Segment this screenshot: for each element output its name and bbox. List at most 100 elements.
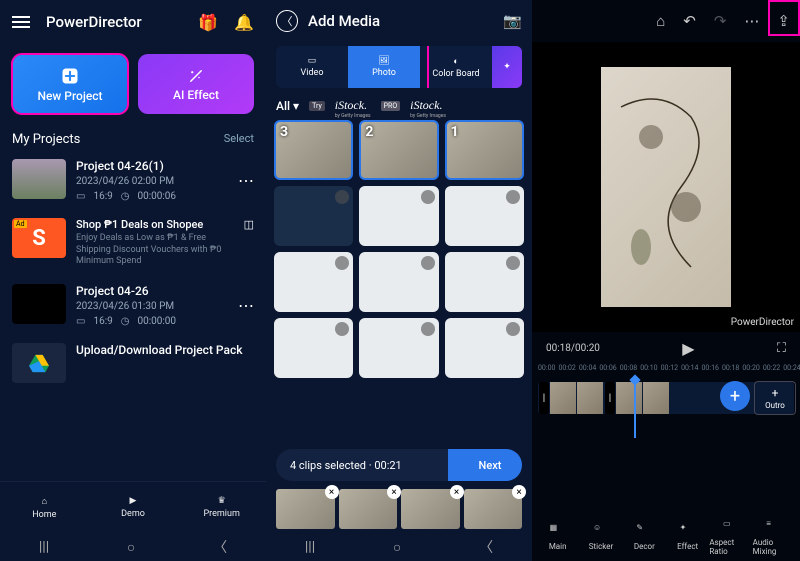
selection-bar: 4 clips selected · 00:21 Next	[276, 449, 522, 481]
remove-clip-icon[interactable]: ×	[450, 485, 464, 499]
photo-icon: 🖼	[378, 56, 389, 66]
media-tile[interactable]: 3	[274, 120, 353, 180]
media-tabs: ▭ Video 🖼 Photo ◐ Color Board ✦	[276, 46, 522, 88]
selected-clip[interactable]: ×	[401, 489, 460, 529]
project-item[interactable]: Project 04-26(1) 2023/04/26 02:00 PM ▭ 1…	[0, 151, 266, 210]
select-button[interactable]: Select	[224, 132, 254, 147]
gdrive-thumb	[12, 343, 66, 383]
clock-icon: ◷	[121, 191, 130, 202]
selected-clip[interactable]: ×	[339, 489, 398, 529]
ad-thumb: Ad S	[12, 218, 66, 258]
istock-1[interactable]: iStock.by Getty Images	[335, 94, 371, 119]
nav-premium[interactable]: ♛Premium	[177, 482, 266, 533]
tab-colorboard[interactable]: ◐ Color Board	[420, 46, 492, 88]
tab-ai[interactable]: ✦	[492, 46, 522, 88]
aspect-icon: ▭	[76, 316, 85, 327]
selected-text: 4 clips selected · 00:21	[290, 459, 402, 472]
more-icon[interactable]: ⋯	[238, 171, 254, 190]
tool-effect[interactable]: ✦Effect	[666, 513, 709, 561]
tool-decor[interactable]: ✎Decor	[623, 513, 666, 561]
ad-title: Shop ₱1 Deals on Shopee	[76, 218, 234, 231]
camera-icon[interactable]: 📷	[503, 12, 522, 30]
editor-header: ⌂ ↶ ↷ ⋯ ⇪	[532, 0, 800, 42]
tool-sticker[interactable]: ☺Sticker	[579, 513, 622, 561]
media-tile[interactable]	[274, 318, 353, 378]
upload-download-item[interactable]: Upload/Download Project Pack	[0, 335, 266, 391]
tool-main[interactable]: ▦Main	[536, 513, 579, 561]
project-item[interactable]: Project 04-26 2023/04/26 01:30 PM ▭ 16:9…	[0, 276, 266, 335]
sticker-icon: ☺	[593, 523, 609, 539]
back-sys-icon[interactable]: 〈	[213, 537, 227, 557]
remove-clip-icon[interactable]: ×	[512, 485, 526, 499]
project-thumb	[12, 159, 66, 199]
home-sys-icon[interactable]: ○	[393, 539, 401, 556]
more-icon[interactable]: ⋯	[744, 12, 759, 30]
nav-demo[interactable]: ▶Demo	[89, 482, 178, 533]
fullscreen-icon[interactable]: ⛶	[777, 341, 786, 356]
more-icon[interactable]: ⋯	[238, 296, 254, 315]
add-clip-button[interactable]: +	[720, 381, 750, 411]
try-badge: Try	[309, 101, 325, 111]
play-button[interactable]: ▶	[682, 339, 694, 358]
gdrive-icon	[28, 353, 50, 373]
media-tile[interactable]	[445, 186, 524, 246]
undo-icon[interactable]: ↶	[683, 12, 696, 30]
project-thumb	[12, 284, 66, 324]
all-filter[interactable]: All	[276, 99, 299, 113]
recents-icon[interactable]: |||	[39, 539, 49, 555]
editor-toolbar: ▦Main ☺Sticker ✎Decor ✦Effect ▭Aspect Ra…	[532, 513, 800, 561]
add-media-title: Add Media	[308, 12, 493, 30]
ai-effect-button[interactable]: AI Effect	[138, 54, 254, 114]
tab-photo[interactable]: 🖼 Photo	[348, 46, 420, 88]
gift-icon[interactable]: 🎁	[198, 13, 218, 32]
remove-clip-icon[interactable]: ×	[387, 485, 401, 499]
redo-icon[interactable]: ↷	[714, 12, 727, 30]
crown-icon: ♛	[218, 496, 226, 506]
video-icon: ▭	[308, 56, 317, 66]
timeline-ruler: 00:0000:0200:0400:0600:0800:1000:1200:14…	[532, 364, 800, 378]
media-tile[interactable]	[359, 252, 438, 312]
selected-clip[interactable]: ×	[276, 489, 335, 529]
media-tile[interactable]	[445, 318, 524, 378]
notifications-icon[interactable]: 🔔	[234, 13, 254, 32]
istock-2[interactable]: iStock.by Getty Images	[410, 94, 446, 119]
new-project-button[interactable]: New Project	[12, 54, 128, 114]
remove-clip-icon[interactable]: ×	[325, 485, 339, 499]
home-icon[interactable]: ⌂	[656, 12, 665, 30]
pro-badge: PRO	[381, 101, 401, 111]
nav-home[interactable]: ⌂Home	[0, 482, 89, 533]
selected-clip[interactable]: ×	[464, 489, 523, 529]
media-tile[interactable]	[359, 186, 438, 246]
media-tile[interactable]	[445, 252, 524, 312]
home-icon: ⌂	[42, 496, 47, 507]
aspect-icon: ▭	[723, 519, 739, 535]
back-sys-icon[interactable]: 〈	[479, 537, 493, 557]
preview-frame	[601, 67, 731, 307]
video-preview[interactable]: PowerDirector	[532, 42, 800, 332]
playhead[interactable]	[634, 378, 636, 438]
menu-icon[interactable]	[12, 13, 30, 31]
tool-aspect[interactable]: ▭Aspect Ratio	[709, 513, 752, 561]
timeline[interactable]: | | + + Outro	[532, 378, 800, 428]
home-header: PowerDirector 🎁 🔔	[0, 0, 266, 44]
media-tile[interactable]	[274, 186, 353, 246]
project-meta: ▭ 16:9 ◷ 00:00:06	[76, 191, 228, 202]
home-sys-icon[interactable]: ○	[127, 539, 135, 556]
media-tile[interactable]	[359, 318, 438, 378]
back-button[interactable]: 〈	[276, 10, 298, 32]
effect-icon: ✦	[680, 523, 696, 539]
project-date: 2023/04/26 01:30 PM	[76, 301, 228, 312]
tab-video[interactable]: ▭ Video	[276, 46, 348, 88]
ad-menu-icon[interactable]: ◫	[244, 218, 254, 231]
media-header: 〈 Add Media 📷	[266, 0, 532, 42]
tool-audio[interactable]: ≡Audio Mixing	[753, 513, 796, 561]
ad-item[interactable]: Ad S Shop ₱1 Deals on Shopee Enjoy Deals…	[0, 210, 266, 276]
editor-panel: ⌂ ↶ ↷ ⋯ ⇪ PowerDirector 00:18/00:20 ▶ ⛶ …	[532, 0, 800, 561]
media-tile[interactable]	[274, 252, 353, 312]
recents-icon[interactable]: |||	[305, 539, 315, 555]
next-button[interactable]: Next	[462, 459, 518, 472]
outro-button[interactable]: + Outro	[754, 381, 796, 415]
project-date: 2023/04/26 02:00 PM	[76, 176, 228, 187]
media-tile[interactable]: 1	[445, 120, 524, 180]
media-tile[interactable]: 2	[359, 120, 438, 180]
